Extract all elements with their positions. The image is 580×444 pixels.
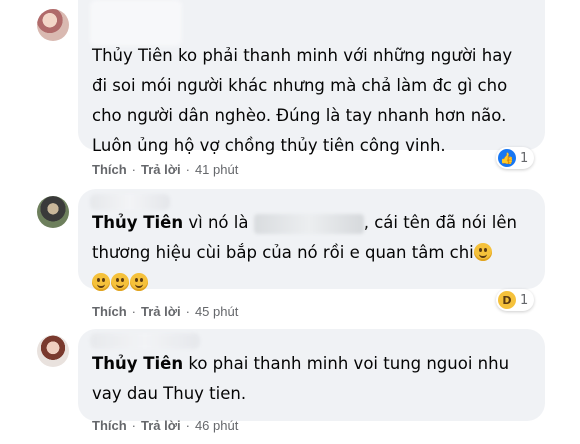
comment-timestamp[interactable]: 46 phút [195, 418, 238, 433]
like-button[interactable]: Thích [92, 418, 127, 433]
reaction-summary[interactable]: D 1 [496, 289, 535, 311]
separator-dot: · [185, 304, 190, 319]
separator-dot: · [131, 304, 137, 319]
comment-line: Thủy Tiên ko phải thanh minh với những n… [92, 46, 513, 65]
like-button[interactable]: Thích [92, 162, 127, 177]
comment-actions: Thích · Trả lời · 41 phút [92, 162, 238, 177]
reaction-count: 1 [520, 292, 529, 308]
reaction-summary[interactable]: 👍 1 [496, 147, 535, 169]
comment-line: vay dau Thuy tien. [92, 384, 247, 403]
smile-emoji-icon [92, 273, 110, 291]
smile-emoji-icon [473, 243, 492, 261]
comment-text-part: , cái tên đã nói lên [363, 213, 517, 232]
comment-actions: Thích · Trả lời · 46 phút [92, 418, 238, 433]
like-button[interactable]: Thích [92, 304, 127, 319]
comment-text-part: ko phai thanh minh voi tung nguoi nhu [188, 354, 510, 373]
comment-timestamp[interactable]: 41 phút [195, 162, 238, 177]
commenter-avatar[interactable] [37, 196, 69, 228]
comment-text-part: vì nó là [188, 213, 249, 232]
mentioned-name[interactable]: Thủy Tiên [92, 213, 183, 232]
haha-icon: D [498, 291, 516, 309]
redacted-commenter-name [90, 333, 200, 349]
mentioned-name[interactable]: Thủy Tiên [92, 354, 183, 373]
smile-emoji-icon [111, 273, 129, 291]
comment-text: Thủy Tiên vì nó là , cái tên đã nói lên … [92, 208, 517, 298]
comment-actions: Thích · Trả lời · 45 phút [92, 304, 238, 319]
separator-dot: · [131, 418, 137, 433]
smile-emoji-icon [130, 273, 148, 291]
reply-button[interactable]: Trả lời [141, 162, 181, 177]
separator-dot: · [185, 162, 190, 177]
comment-line: đi soi mói người khác nhưng mà chả làm đ… [92, 76, 508, 95]
reaction-count: 1 [520, 150, 529, 166]
redacted-commenter-name [90, 0, 182, 46]
comment-text: Thủy Tiên ko phai thanh minh voi tung ng… [92, 349, 509, 409]
commenter-avatar[interactable] [37, 335, 69, 367]
reply-button[interactable]: Trả lời [141, 418, 181, 433]
commenter-avatar[interactable] [37, 9, 69, 41]
separator-dot: · [131, 162, 137, 177]
redacted-text [253, 213, 364, 234]
comment-timestamp[interactable]: 45 phút [195, 304, 238, 319]
comment-line: cho người dân nghèo. Đúng là tay nhanh h… [92, 106, 507, 125]
comment-line: Luôn ủng hộ vợ chồng thủy tiên công vinh… [92, 136, 446, 155]
reply-button[interactable]: Trả lời [141, 304, 181, 319]
separator-dot: · [185, 418, 190, 433]
comment-text: Thủy Tiên ko phải thanh minh với những n… [92, 41, 512, 161]
like-icon: 👍 [498, 149, 516, 167]
comment-line: thương hiệu cùi bắp của nó rồi e quan tâ… [92, 243, 474, 262]
